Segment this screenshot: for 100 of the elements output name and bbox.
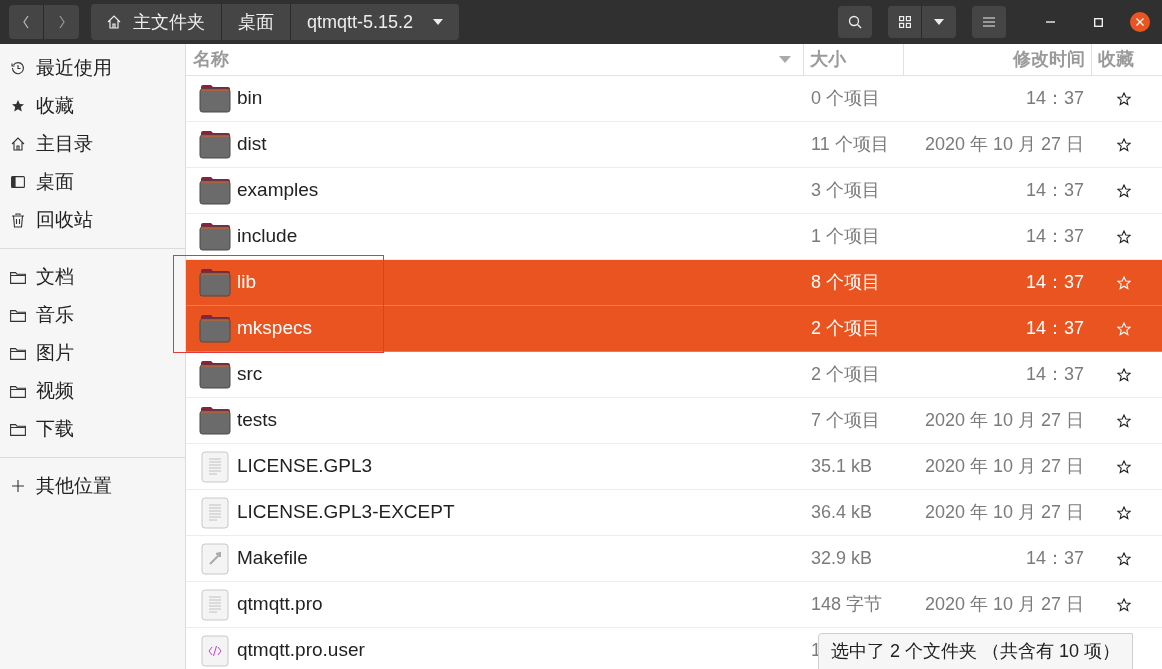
sidebar-item[interactable]: 下载 [0,410,185,448]
sidebar-item[interactable]: 收藏 [0,87,185,125]
grid-icon [898,16,911,28]
search-icon [848,15,862,29]
back-icon [22,14,30,30]
forward-icon [57,14,66,30]
file-name: tests [237,408,278,433]
modified-time: 14：37 [1025,179,1084,202]
plus-icon [12,480,24,492]
star-icon[interactable] [1117,229,1131,244]
file-size: 11 个项目 [811,134,889,154]
folder-icon [199,406,231,435]
close-button[interactable] [1130,12,1150,32]
file-name: mkspecs [237,316,312,341]
desktop-icon [11,176,25,188]
star-icon[interactable] [1117,459,1131,474]
sidebar-item[interactable]: 其他位置 [0,467,185,505]
home-icon [11,137,25,151]
file-name: examples [237,178,319,203]
star-icon[interactable] [1117,91,1131,106]
file-row[interactable]: bin 0 个项目 14：37 [186,76,1162,122]
folder-icon [199,360,231,389]
file-size: 8 个项目 [811,272,880,292]
menu-button[interactable] [972,6,1006,38]
star-icon[interactable] [1117,183,1131,198]
file-name: bin [237,86,263,111]
folder-icon [10,422,26,436]
search-button[interactable] [838,6,872,38]
file-row[interactable]: tests 7 个项目 2020 年 10 月 27 日 [186,398,1162,444]
sidebar-item[interactable]: 主目录 [0,125,185,163]
modified-time: 14：37 [1025,547,1084,570]
file-row[interactable]: Makefile 32.9 kB 14：37 [186,536,1162,582]
modified-time: 2020 年 10 月 27 日 [924,455,1084,478]
file-row[interactable]: lib 8 个项目 14：37 [186,260,1162,306]
folder-icon [10,270,26,284]
grid-view-button[interactable] [888,6,922,38]
folder-icon [199,176,231,205]
caret-icon [433,19,444,25]
text-file-icon [201,588,229,621]
status-popup: 选中了 2 个文件夹 （共含有 10 项） [818,633,1134,669]
sidebar-item[interactable]: 图片 [0,334,185,372]
caret-icon [934,19,944,25]
folder-icon [199,268,231,297]
file-row[interactable]: dist 11 个项目 2020 年 10 月 27 日 [186,122,1162,168]
path-button[interactable]: 桌面 [222,4,291,40]
text-file-icon [201,450,229,483]
file-size: 35.1 kB [811,456,873,476]
modified-time: 2020 年 10 月 27 日 [924,593,1084,616]
star-icon[interactable] [1117,551,1131,566]
sort-icon [779,56,791,63]
file-row[interactable]: src 2 个项目 14：37 [186,352,1162,398]
file-size: 1 个项目 [811,226,880,246]
sidebar-item[interactable]: 桌面 [0,163,185,201]
file-name: lib [237,270,256,295]
folder-icon [199,314,231,343]
path-button[interactable]: qtmqtt-5.15.2 [291,4,460,40]
sidebar-item[interactable]: 文档 [0,258,185,296]
file-row[interactable]: mkspecs 2 个项目 14：37 [186,306,1162,352]
file-row[interactable]: qtmqtt.pro 148 字节 2020 年 10 月 27 日 [186,582,1162,628]
file-size: 2 个项目 [811,318,880,338]
home-icon [107,15,121,29]
star-icon[interactable] [1117,505,1131,520]
file-name: Makefile [237,546,308,571]
file-name: dist [237,132,267,157]
file-name: LICENSE.GPL3 [237,454,373,479]
folder-icon [199,130,231,159]
folder-icon [199,222,231,251]
file-size: 2 个项目 [811,364,880,384]
file-name: qtmqtt.pro.user [237,638,365,663]
file-name: include [237,224,298,249]
folder-icon [199,84,231,113]
folder-icon [10,346,26,360]
star-icon[interactable] [1117,367,1131,382]
file-size: 148 字节 [811,594,883,614]
view-options-button[interactable] [922,6,956,38]
file-size: 7 个项目 [811,410,880,430]
file-row[interactable]: examples 3 个项目 14：37 [186,168,1162,214]
sidebar-item[interactable]: 回收站 [0,201,185,239]
file-size: 0 个项目 [811,88,880,108]
modified-time: 14：37 [1025,87,1084,110]
star-icon[interactable] [1117,413,1131,428]
sidebar-item[interactable]: 音乐 [0,296,185,334]
file-size: 32.9 kB [811,548,873,568]
star-icon[interactable] [1117,597,1131,612]
sidebar-item[interactable]: 最近使用 [0,49,185,87]
path-button[interactable]: 主文件夹 [91,4,222,40]
minimize-icon [1045,21,1055,23]
modified-time: 14：37 [1025,317,1084,340]
close-icon [1136,18,1144,26]
file-size: 36.4 kB [811,502,873,522]
file-row[interactable]: LICENSE.GPL3-EXCEPT 36.4 kB 2020 年 10 月 27 日 [186,490,1162,536]
trash-icon [11,212,25,228]
folder-icon [10,384,26,398]
file-row[interactable]: LICENSE.GPL3 35.1 kB 2020 年 10 月 27 日 [186,444,1162,490]
star-icon[interactable] [1117,137,1131,152]
sidebar-item[interactable]: 视频 [0,372,185,410]
file-size: 3 个项目 [811,180,880,200]
modified-time: 14：37 [1025,363,1084,386]
clock-icon [11,61,25,75]
modified-time: 14：37 [1025,271,1084,294]
